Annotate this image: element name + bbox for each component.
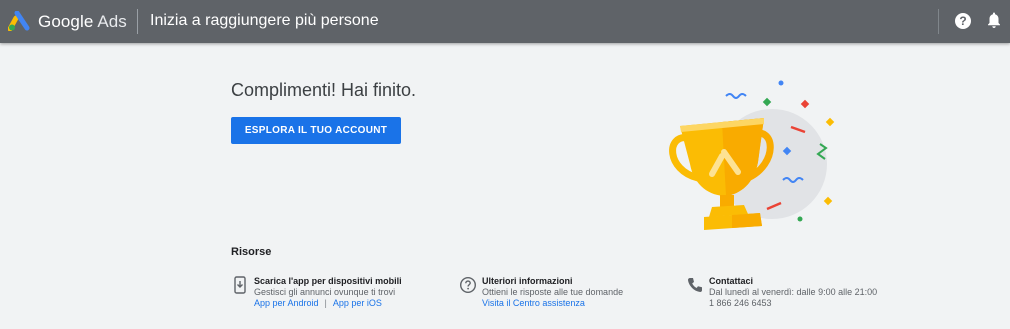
more-info-title: Ulteriori informazioni xyxy=(482,276,573,286)
explore-account-button[interactable]: ESPLORA IL TUO ACCOUNT xyxy=(231,117,401,144)
mobile-download-icon xyxy=(234,276,246,294)
contact-phone[interactable]: 1 866 246 6453 xyxy=(709,298,877,309)
page-title: Inizia a raggiungere più persone xyxy=(150,12,379,29)
notifications-bell-icon[interactable] xyxy=(987,11,1001,29)
resources-heading: Risorse xyxy=(231,246,272,258)
brand-google: Google xyxy=(38,12,94,31)
congratulations-heading: Complimenti! Hai finito. xyxy=(231,80,417,100)
help-circle-icon xyxy=(459,276,477,294)
ios-app-link[interactable]: App per iOS xyxy=(333,298,382,308)
contact-title: Contattaci xyxy=(709,276,754,286)
brand-product: Ads xyxy=(97,12,127,31)
brand-name[interactable]: Google Ads xyxy=(38,12,127,32)
trophy-celebration-illustration xyxy=(669,80,835,230)
mobile-app-title: Scarica l'app per dispositivi mobili xyxy=(254,276,402,286)
more-info-subtitle: Ottieni le risposte alle tue domande xyxy=(482,287,624,297)
google-ads-logo-icon[interactable] xyxy=(8,11,30,31)
link-separator: | xyxy=(324,298,327,308)
header-divider-right xyxy=(938,9,939,34)
android-app-link[interactable]: App per Android xyxy=(254,298,319,308)
phone-icon xyxy=(688,278,702,292)
help-center-link[interactable]: Visita il Centro assistenza xyxy=(482,298,585,308)
header-divider xyxy=(137,9,138,34)
help-icon[interactable]: ? xyxy=(955,13,971,29)
top-app-bar: Google Ads Inizia a raggiungere più pers… xyxy=(0,0,1010,43)
mobile-app-subtitle: Gestisci gli annunci ovunque ti trovi xyxy=(254,287,396,297)
contact-hours: Dal lunedì al venerdì: dalle 9:00 alle 2… xyxy=(709,287,878,297)
